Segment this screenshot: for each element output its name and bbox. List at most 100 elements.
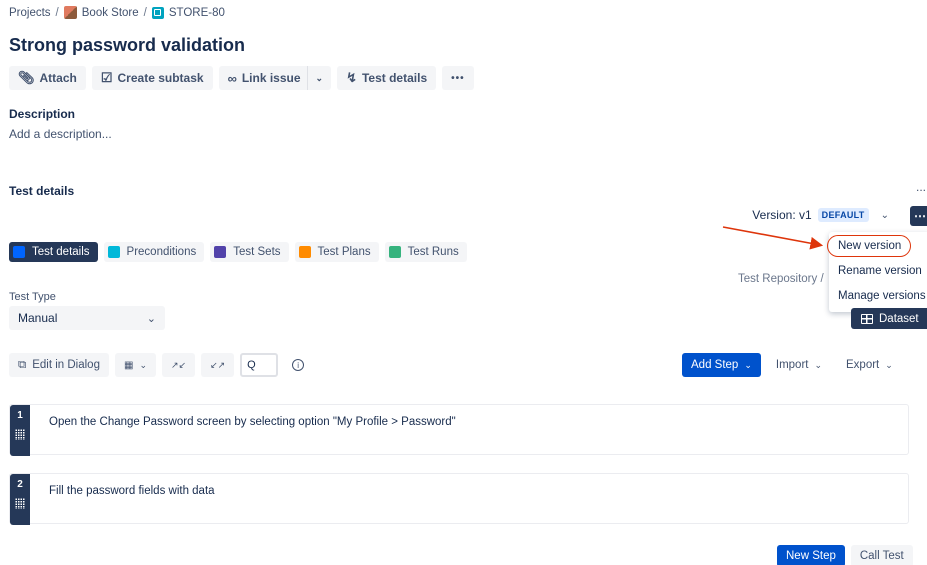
more-actions-button[interactable]: ••• — [442, 66, 474, 90]
tab-label: Test Runs — [407, 246, 459, 258]
expand-icon: ↙↗ — [210, 359, 226, 370]
steps-search-input[interactable]: Q — [240, 353, 279, 377]
project-avatar-icon — [63, 6, 77, 19]
menu-item-manage-versions[interactable]: Manage versions — [838, 290, 926, 302]
tab-test-runs[interactable]: Test Runs — [384, 242, 467, 262]
tab-label: Test Plans — [317, 246, 371, 258]
chevron-down-icon: ⌄ — [146, 312, 156, 325]
test-step-row[interactable]: 2 Fill the password fields with data — [9, 473, 909, 525]
version-label: Version: v1 — [752, 208, 812, 222]
tab-preconditions[interactable]: Preconditions — [103, 242, 205, 262]
lightning-icon: ↯ — [346, 70, 357, 85]
export-button[interactable]: Export ⌄ — [837, 353, 902, 377]
link-icon: ∞ — [227, 70, 237, 86]
test-plan-icon — [298, 246, 311, 258]
section-more-icon[interactable]: ... — [916, 180, 926, 194]
create-subtask-label: Create subtask — [117, 71, 204, 85]
step-drag-handle[interactable]: 1 — [10, 405, 30, 456]
table-icon — [861, 313, 873, 324]
breadcrumb-separator: / — [143, 6, 147, 19]
test-details-button[interactable]: ↯ Test details — [337, 66, 437, 90]
link-issue-dropdown-button[interactable]: ⌄ — [306, 66, 332, 90]
test-type-select[interactable]: Manual ⌄ — [9, 306, 165, 330]
chevron-down-icon: ⌄ — [315, 72, 324, 83]
drag-grip-icon — [15, 498, 25, 509]
tab-label: Test Sets — [233, 246, 281, 258]
default-badge: DEFAULT — [817, 208, 869, 222]
issue-toolbar: 📎︎ Attach ☑︎ Create subtask ∞ Link issue… — [9, 66, 474, 90]
subtask-icon: ☑︎ — [100, 70, 113, 85]
search-icon: Q — [247, 359, 256, 371]
tab-test-details[interactable]: Test details — [9, 242, 98, 262]
breadcrumb: Projects / Book Store / STORE-80 — [9, 6, 225, 19]
test-repository-breadcrumb[interactable]: Test Repository / — [738, 273, 824, 285]
new-step-button[interactable]: New Step — [777, 545, 845, 565]
call-test-label: Call Test — [859, 550, 904, 562]
link-issue-label: Link issue — [241, 71, 301, 85]
test-step-row[interactable]: 1 Open the Change Password screen by sel… — [9, 404, 909, 456]
export-label: Export — [846, 359, 880, 371]
step-number: 1 — [17, 410, 23, 421]
import-button[interactable]: Import ⌄ — [766, 353, 832, 377]
test-set-icon — [214, 246, 227, 258]
list-icon — [13, 246, 25, 258]
description-heading: Description — [9, 107, 76, 121]
tab-label: Test details — [32, 246, 90, 258]
info-icon[interactable]: i — [292, 359, 305, 371]
tab-test-plans[interactable]: Test Plans — [294, 242, 379, 262]
breadcrumb-separator: / — [55, 6, 59, 19]
precondition-icon — [107, 246, 120, 258]
steps-actions: Add Step ⌄ Import ⌄ Export ⌄ — [682, 353, 902, 377]
collapse-icon: ↗↙ — [170, 359, 187, 370]
step-action[interactable]: Open the Change Password screen by selec… — [49, 416, 456, 428]
dataset-label: Dataset — [879, 312, 919, 325]
edit-in-dialog-label: Edit in Dialog — [32, 359, 100, 371]
version-selector[interactable]: Version: v1 DEFAULT ⌄ — [752, 208, 889, 222]
tab-test-sets[interactable]: Test Sets — [210, 242, 289, 262]
test-details-label: Test details — [361, 71, 428, 85]
edit-in-dialog-button[interactable]: ⧉ Edit in Dialog — [9, 353, 109, 377]
breadcrumb-projects[interactable]: Projects — [9, 7, 51, 19]
chevron-down-icon: ⌄ — [744, 359, 752, 370]
menu-item-rename-version[interactable]: Rename version — [838, 265, 922, 277]
link-issue-button[interactable]: ∞ Link issue — [218, 66, 307, 90]
call-test-button[interactable]: Call Test — [850, 545, 913, 565]
import-label: Import — [775, 359, 809, 371]
expand-button[interactable]: ↙↗ — [201, 353, 235, 377]
step-action[interactable]: Fill the password fields with data — [49, 485, 215, 497]
chevron-down-icon[interactable]: ⌄ — [881, 210, 889, 221]
page-title[interactable]: Strong password validation — [9, 35, 245, 56]
test-details-heading: Test details — [9, 184, 75, 198]
paperclip-icon: 📎︎ — [18, 70, 35, 85]
new-version-highlight — [827, 235, 911, 257]
chevron-down-icon: ⌄ — [885, 359, 893, 370]
drag-grip-icon — [15, 429, 25, 440]
step-drag-handle[interactable]: 2 — [10, 474, 30, 525]
attach-button[interactable]: 📎︎ Attach — [9, 66, 86, 90]
add-step-button[interactable]: Add Step ⌄ — [682, 353, 761, 377]
test-tabs: Test details Preconditions Test Sets Tes… — [9, 242, 467, 262]
test-run-icon — [388, 246, 401, 258]
add-step-label: Add Step — [691, 359, 739, 371]
step-number: 2 — [17, 479, 23, 490]
breadcrumb-project[interactable]: Book Store — [82, 7, 139, 19]
collapse-button[interactable]: ↗↙ — [161, 353, 196, 377]
create-subtask-button[interactable]: ☑︎ Create subtask — [91, 66, 213, 90]
test-type-value: Manual — [18, 311, 58, 325]
attach-label: Attach — [39, 71, 77, 85]
breadcrumb-issue-key[interactable]: STORE-80 — [169, 7, 225, 19]
chevron-down-icon: ⌄ — [814, 359, 823, 370]
grid-icon: ▦ — [123, 359, 134, 371]
steps-toolbar: ⧉ Edit in Dialog ▦ ⌄ ↗↙ ↙↗ Q i — [9, 353, 305, 377]
view-mode-button[interactable]: ▦ ⌄ — [114, 353, 156, 377]
description-placeholder[interactable]: Add a description... — [9, 127, 112, 141]
more-icon: ••• — [451, 72, 465, 84]
annotation-arrow-icon — [722, 226, 824, 250]
new-step-label: New Step — [786, 550, 836, 562]
step-footer-actions: New Step Call Test — [777, 545, 913, 565]
test-issue-type-icon — [151, 6, 164, 19]
tab-label: Preconditions — [126, 246, 197, 258]
version-more-button[interactable]: ⋯ — [910, 206, 927, 226]
dataset-button[interactable]: Dataset — [851, 308, 927, 329]
chevron-down-icon: ⌄ — [139, 359, 147, 370]
